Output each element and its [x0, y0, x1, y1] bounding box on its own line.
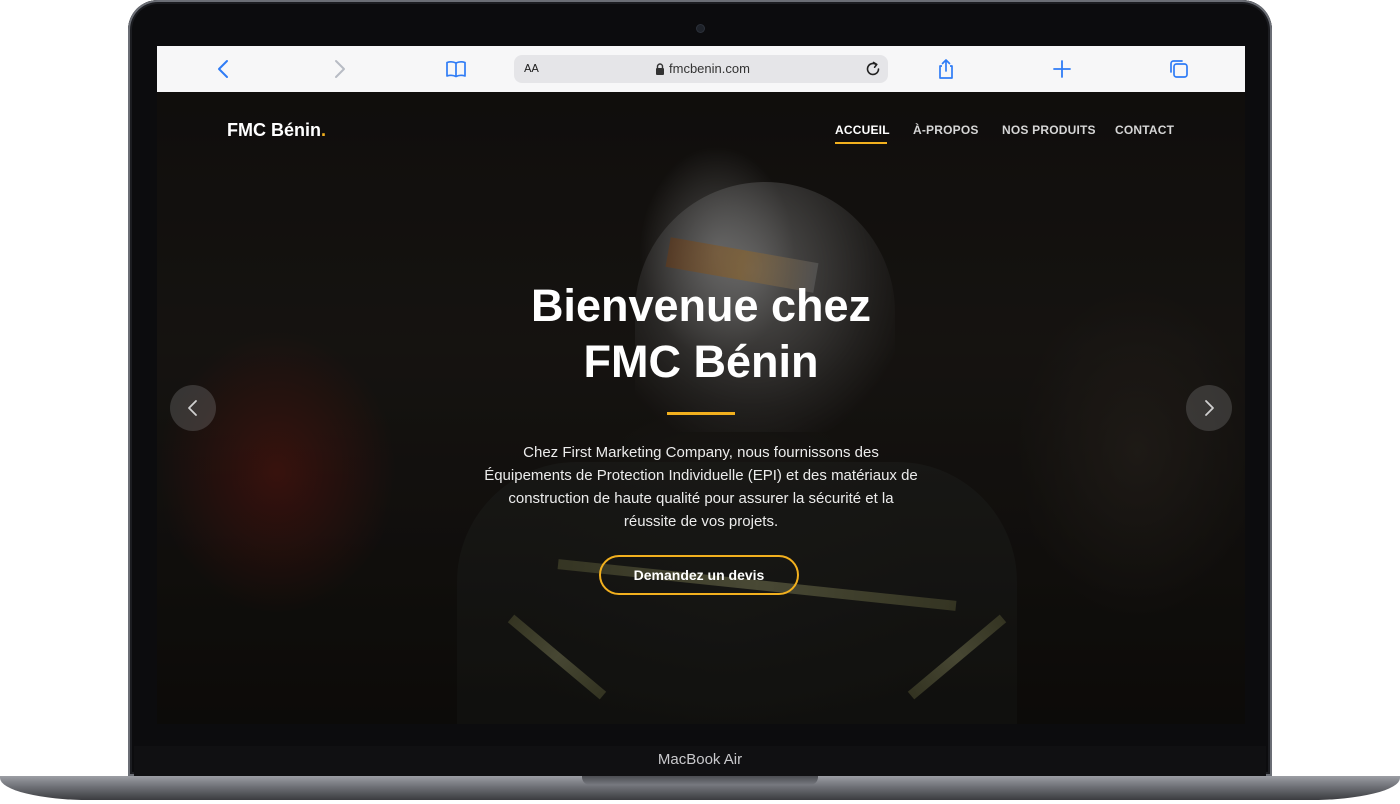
site-logo[interactable]: FMC Bénin.: [227, 120, 326, 141]
lock-icon: [656, 63, 664, 75]
hero-title: Bienvenue chez FMC Bénin: [501, 278, 901, 390]
request-quote-button[interactable]: Demandez un devis: [599, 555, 799, 595]
hero-section: FMC Bénin. ACCUEIL À-PROPOS NOS PRODUITS…: [157, 92, 1245, 724]
camera-icon: [697, 25, 704, 32]
hero-overlay: [157, 92, 1245, 724]
nav-active-indicator: [835, 142, 887, 144]
hero-description-line: construction de haute qualité pour assur…: [508, 490, 894, 507]
hero-description-line: Chez First Marketing Company, nous fourn…: [523, 444, 879, 461]
book-icon[interactable]: [444, 57, 468, 81]
nav-item-contact[interactable]: CONTACT: [1115, 123, 1174, 137]
chevron-right-icon: [1205, 400, 1214, 416]
hero-description: Chez First Marketing Company, nous fourn…: [457, 441, 945, 533]
address-bar[interactable]: AA fmcbenin.com: [514, 55, 888, 83]
chevron-right-icon[interactable]: [327, 57, 351, 81]
device-model-label: MacBook Air: [657, 751, 743, 768]
chevron-left-icon[interactable]: [212, 57, 236, 81]
browser-toolbar: AA fmcbenin.com: [157, 46, 1245, 93]
nav-item-nos-produits[interactable]: NOS PRODUITS: [1002, 123, 1096, 137]
screen: AA fmcbenin.com FMC Bénin. ACCUEIL À-PRO…: [157, 46, 1245, 724]
carousel-next-button[interactable]: [1186, 385, 1232, 431]
reload-icon[interactable]: [864, 60, 882, 78]
logo-dot: .: [321, 120, 327, 140]
nav-item-accueil[interactable]: ACCUEIL: [835, 123, 890, 137]
share-icon[interactable]: [934, 57, 958, 81]
hero-description-line: réussite de vos projets.: [623, 513, 779, 530]
hero-title-line: Bienvenue chez: [530, 280, 872, 331]
hero-description-line: Équipements de Protection Individuelle (…: [484, 467, 918, 484]
text-size-button[interactable]: AA: [524, 62, 539, 75]
logo-text: FMC Bénin: [227, 120, 321, 140]
hero-divider: [667, 412, 735, 415]
chevron-left-icon: [188, 400, 197, 416]
url-text: fmcbenin.com: [669, 61, 750, 76]
tabs-icon[interactable]: [1167, 57, 1191, 81]
laptop-opening-notch: [582, 776, 818, 785]
hero-title-line: FMC Bénin: [583, 336, 819, 387]
carousel-prev-button[interactable]: [170, 385, 216, 431]
nav-item-a-propos[interactable]: À-PROPOS: [913, 123, 979, 137]
plus-icon[interactable]: [1050, 57, 1074, 81]
